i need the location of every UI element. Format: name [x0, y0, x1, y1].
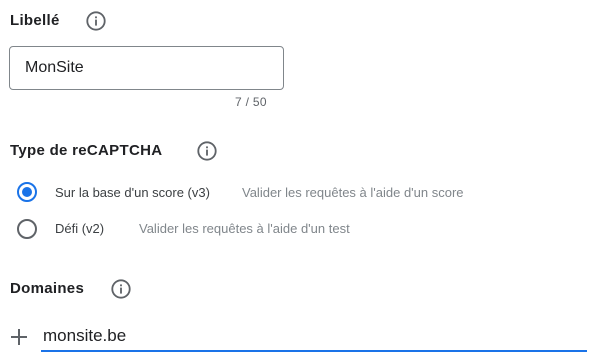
- radio-score-v3-description: Valider les requêtes à l'aide d'un score: [242, 185, 464, 200]
- label-char-counter: 7 / 50: [235, 95, 267, 109]
- info-icon[interactable]: [196, 140, 218, 162]
- domain-input[interactable]: [41, 322, 587, 352]
- plus-icon[interactable]: [10, 328, 28, 346]
- radio-challenge-v2[interactable]: [17, 219, 37, 239]
- radio-score-v3[interactable]: [17, 182, 37, 202]
- label-section-title: Libellé: [10, 12, 60, 29]
- radio-score-v3-label[interactable]: Sur la base d'un score (v3): [55, 185, 210, 200]
- label-input[interactable]: [9, 46, 284, 90]
- domains-section-title: Domaines: [10, 280, 85, 297]
- recaptcha-type-title: Type de reCAPTCHA: [10, 142, 163, 159]
- radio-challenge-v2-label[interactable]: Défi (v2): [55, 221, 104, 236]
- info-icon[interactable]: [85, 10, 107, 32]
- radio-challenge-v2-description: Valider les requêtes à l'aide d'un test: [139, 221, 350, 236]
- info-icon[interactable]: [110, 278, 132, 300]
